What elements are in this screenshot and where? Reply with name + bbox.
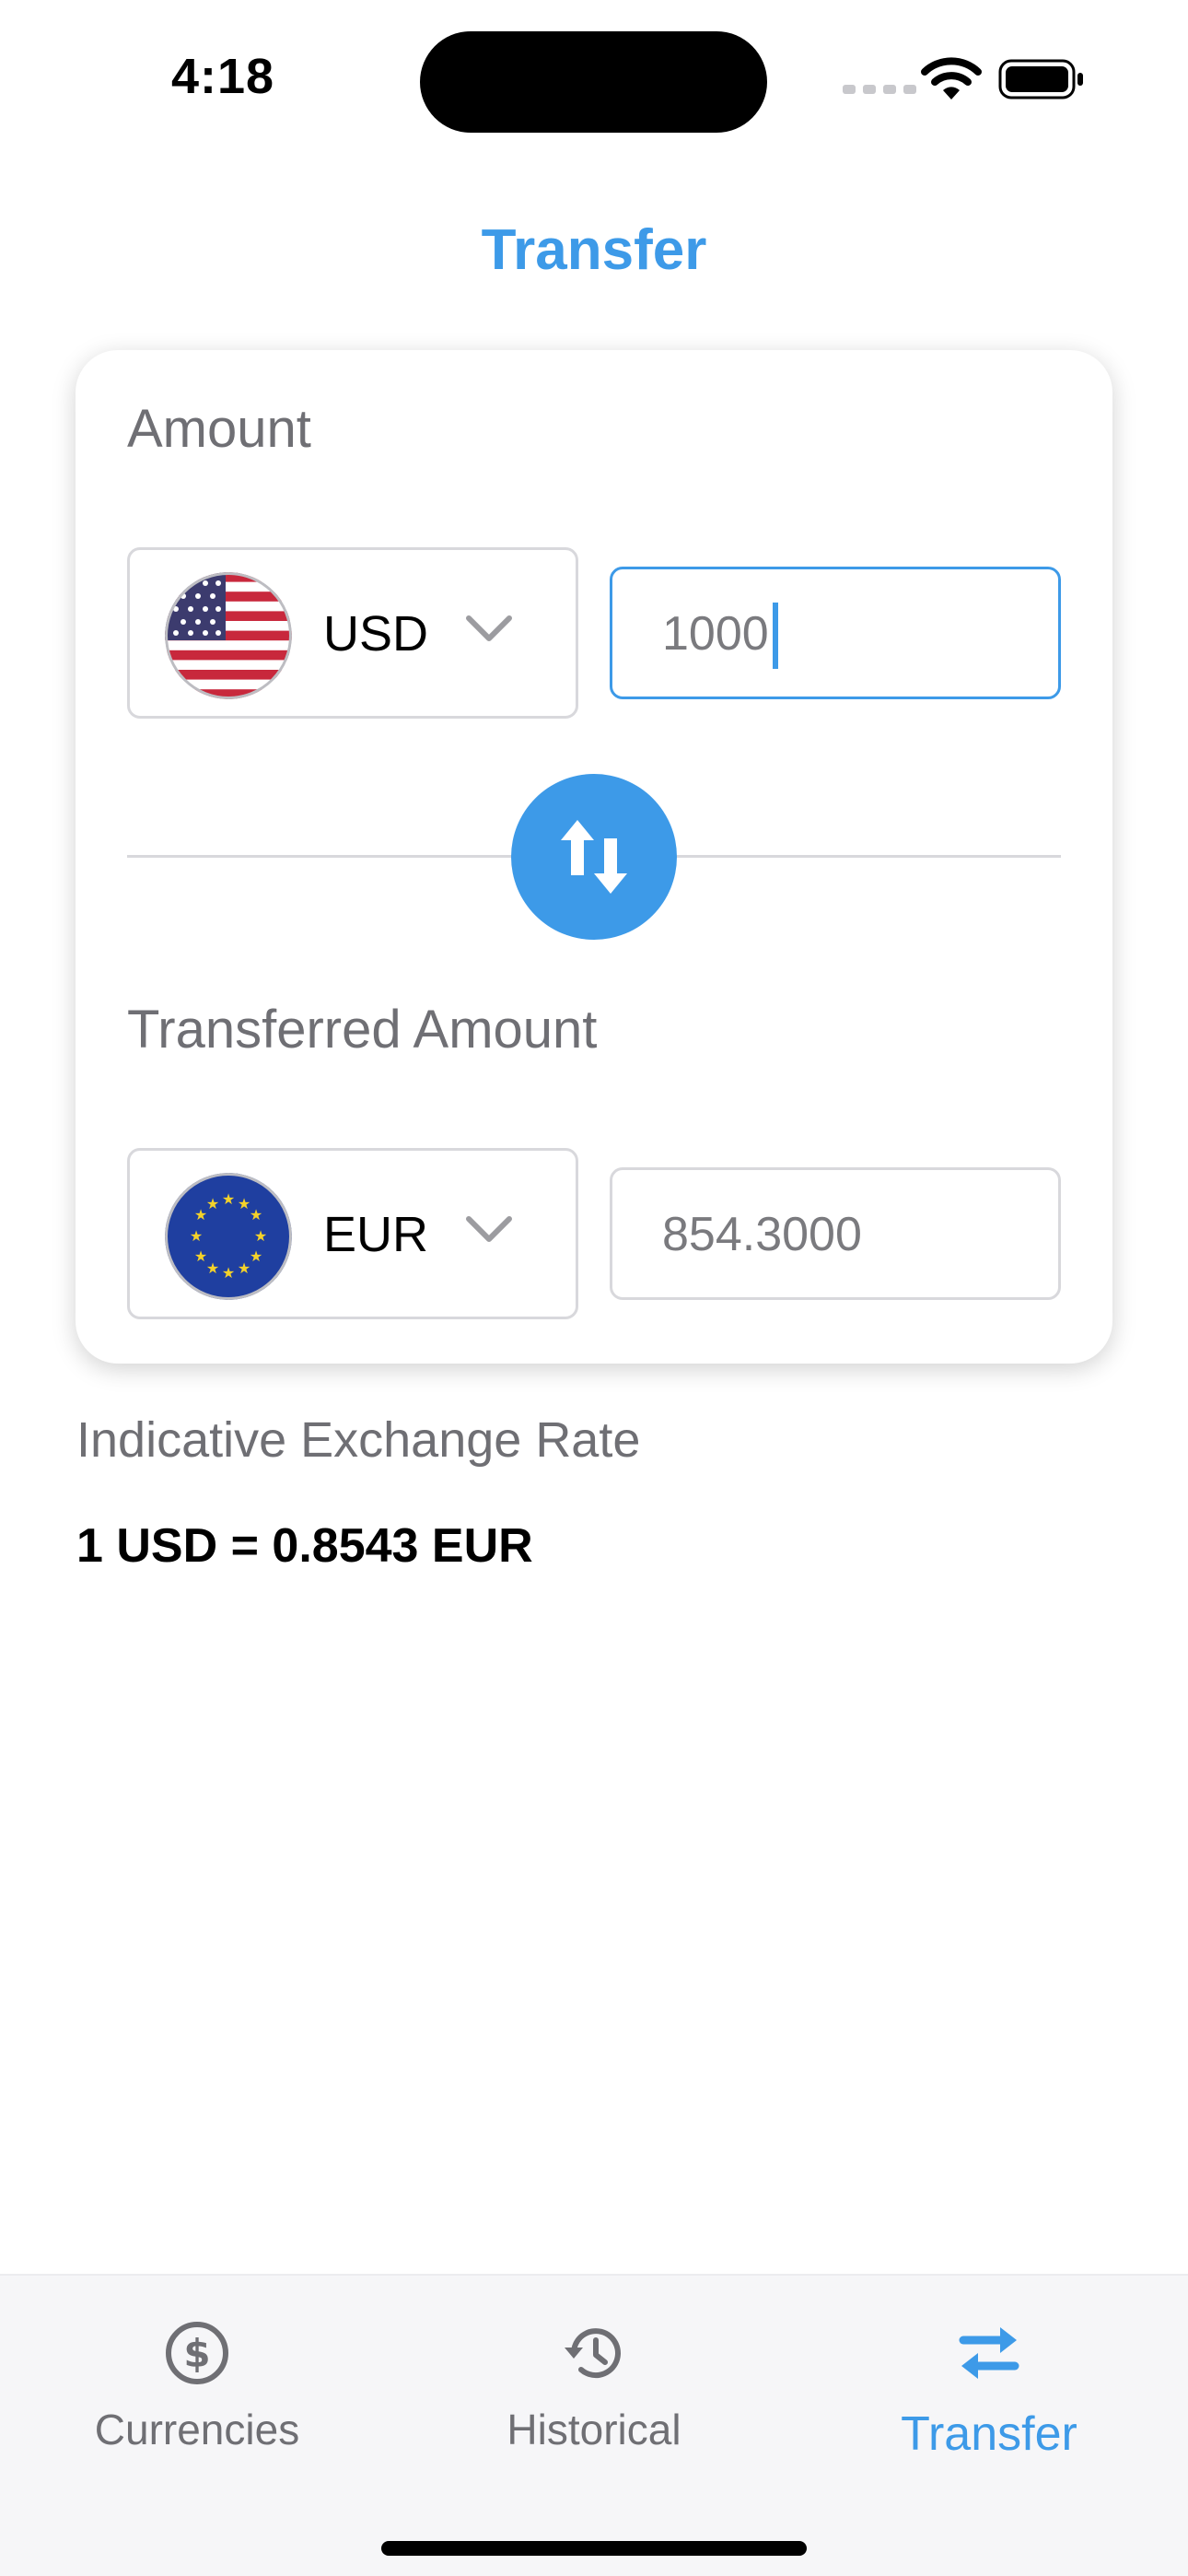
transferred-amount-field[interactable]: 854.3000 bbox=[610, 1167, 1061, 1300]
from-currency-code: USD bbox=[323, 606, 429, 662]
exchange-rate-label: Indicative Exchange Rate bbox=[76, 1412, 641, 1468]
svg-text:★: ★ bbox=[206, 1259, 219, 1277]
svg-text:$: $ bbox=[183, 2331, 210, 2376]
svg-text:★: ★ bbox=[238, 1259, 250, 1277]
wifi-icon bbox=[921, 57, 982, 100]
swap-vertical-icon bbox=[561, 820, 627, 894]
chevron-down-icon bbox=[466, 1216, 512, 1242]
tab-historical[interactable]: Historical bbox=[456, 2320, 732, 2454]
svg-text:★: ★ bbox=[206, 1195, 219, 1212]
us-flag-icon bbox=[165, 572, 292, 699]
transferred-amount-value: 854.3000 bbox=[662, 1208, 862, 1261]
amount-input[interactable]: 1000 bbox=[610, 567, 1061, 699]
svg-text:★: ★ bbox=[222, 1264, 235, 1282]
dynamic-island bbox=[420, 31, 767, 133]
svg-text:★: ★ bbox=[254, 1227, 267, 1245]
eu-flag-icon: ★ ★ ★ ★ ★ ★ ★ ★ ★ ★ ★ ★ bbox=[165, 1173, 292, 1300]
transferred-amount-label: Transferred Amount bbox=[127, 1000, 598, 1060]
svg-text:★: ★ bbox=[250, 1247, 262, 1265]
history-icon bbox=[565, 2328, 621, 2379]
tab-transfer[interactable]: Transfer bbox=[851, 2320, 1127, 2462]
amount-input-value: 1000 bbox=[662, 607, 769, 661]
from-currency-select[interactable]: USD bbox=[127, 547, 578, 719]
page-title: Transfer bbox=[481, 218, 707, 282]
amount-label: Amount bbox=[127, 399, 311, 459]
swap-currencies-button[interactable] bbox=[511, 774, 677, 940]
text-caret bbox=[773, 603, 778, 669]
to-currency-code: EUR bbox=[323, 1207, 429, 1262]
status-time: 4:18 bbox=[171, 49, 275, 104]
tab-label: Currencies bbox=[94, 2406, 300, 2453]
home-indicator[interactable] bbox=[381, 2541, 807, 2556]
tab-label: Transfer bbox=[901, 2407, 1077, 2461]
svg-text:★: ★ bbox=[222, 1190, 235, 1208]
to-currency-select[interactable]: ★ ★ ★ ★ ★ ★ ★ ★ ★ ★ ★ ★ EUR bbox=[127, 1148, 578, 1319]
svg-text:★: ★ bbox=[190, 1227, 203, 1245]
chevron-down-icon bbox=[466, 615, 512, 641]
exchange-rate-value: 1 USD = 0.8543 EUR bbox=[76, 1519, 533, 1573]
tab-bar: $ Currencies Historical Transfer bbox=[0, 2274, 1188, 2576]
cellular-signal-icon bbox=[843, 85, 916, 94]
dollar-circle-icon: $ bbox=[166, 2322, 228, 2384]
tab-label: Historical bbox=[507, 2406, 681, 2453]
transfer-arrows-icon bbox=[959, 2327, 1019, 2379]
tab-currencies[interactable]: $ Currencies bbox=[59, 2320, 335, 2454]
battery-icon bbox=[998, 59, 1083, 100]
svg-text:★: ★ bbox=[250, 1206, 262, 1224]
svg-text:★: ★ bbox=[194, 1247, 207, 1265]
